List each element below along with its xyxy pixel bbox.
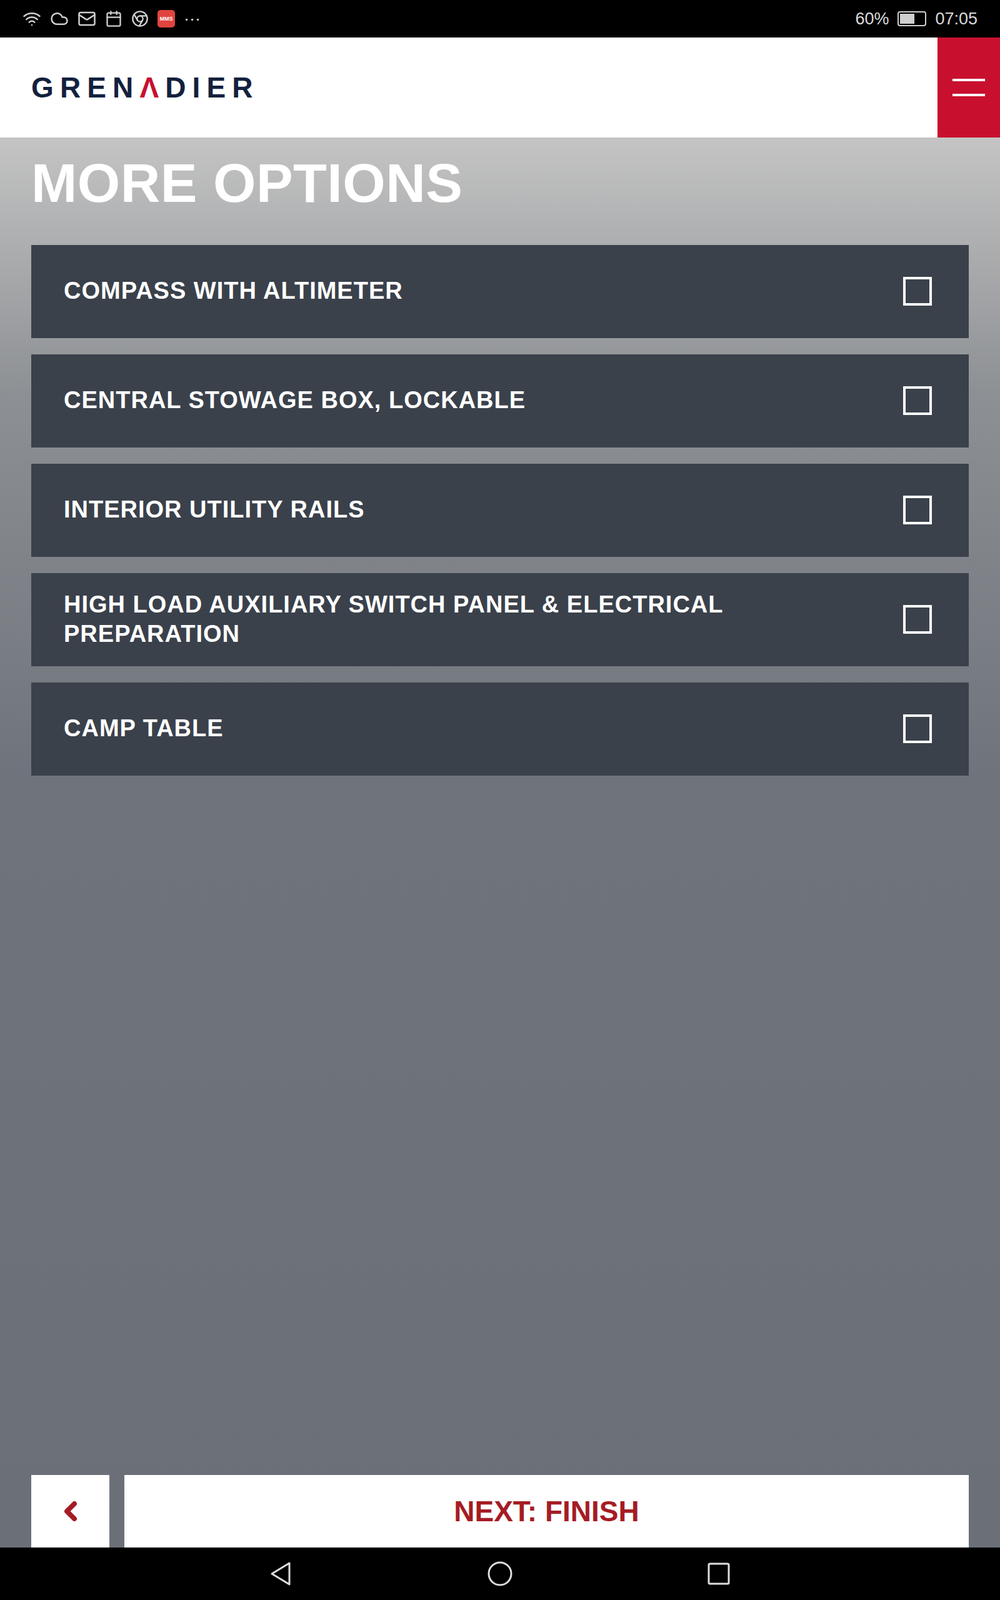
system-status: 60% 07:05: [855, 9, 978, 29]
clock: 07:05: [935, 9, 978, 29]
option-row[interactable]: HIGH LOAD AUXILIARY SWITCH PANEL & ELECT…: [31, 573, 969, 667]
notification-icons: MMS ···: [22, 9, 201, 29]
home-circle-icon[interactable]: [484, 1558, 516, 1590]
battery-icon: [897, 11, 927, 27]
option-label: HIGH LOAD AUXILIARY SWITCH PANEL & ELECT…: [63, 590, 879, 650]
menu-line: [952, 93, 985, 97]
option-label: COMPASS WITH ALTIMETER: [63, 276, 404, 307]
option-row[interactable]: CENTRAL STOWAGE BOX, LOCKABLE: [31, 354, 969, 448]
option-row[interactable]: INTERIOR UTILITY RAILS: [31, 463, 969, 557]
recents-square-icon[interactable]: [703, 1558, 735, 1590]
mail-icon: [77, 9, 97, 29]
chrome-icon: [131, 10, 149, 28]
option-label: CAMP TABLE: [63, 713, 224, 744]
option-checkbox[interactable]: [903, 605, 932, 634]
back-button[interactable]: [31, 1475, 110, 1548]
option-checkbox[interactable]: [903, 495, 932, 525]
logo-mark: Λ: [139, 70, 165, 105]
option-row[interactable]: COMPASS WITH ALTIMETER: [31, 245, 969, 339]
options-panel: MORE OPTIONS COMPASS WITH ALTIMETER CENTRA…: [0, 137, 1000, 1548]
menu-line: [952, 78, 985, 82]
chevron-left-icon: [55, 1496, 86, 1527]
more-notifications: ···: [183, 9, 201, 29]
system-nav-bar: [0, 1547, 1000, 1600]
status-bar: MMS ··· 60% 07:05: [0, 0, 1000, 38]
cloud-icon: [50, 9, 69, 29]
option-checkbox[interactable]: [903, 714, 932, 744]
menu-button[interactable]: [937, 37, 1000, 138]
page-title: MORE OPTIONS: [31, 150, 969, 217]
back-triangle-icon[interactable]: [265, 1558, 297, 1590]
option-list: COMPASS WITH ALTIMETER CENTRAL STOWAGE BO…: [31, 245, 969, 776]
page: MMS ··· 60% 07:05 GRENΛDIER MORE OPTIONS COMPA…: [0, 0, 1000, 1600]
mms-icon: MMS: [157, 10, 175, 28]
option-label: INTERIOR UTILITY RAILS: [63, 495, 365, 525]
brand-logo[interactable]: GRENΛDIER: [31, 70, 260, 105]
calendar-icon: [105, 10, 123, 28]
site-header: GRENΛDIER: [0, 37, 1000, 138]
next-button[interactable]: NEXT: FINISH: [124, 1475, 969, 1548]
battery-percent: 60%: [855, 9, 889, 29]
wifi-icon: [22, 9, 42, 29]
option-row[interactable]: CAMP TABLE: [31, 682, 969, 776]
option-label: CENTRAL STOWAGE BOX, LOCKABLE: [63, 385, 526, 416]
option-checkbox[interactable]: [903, 386, 932, 415]
option-checkbox[interactable]: [903, 276, 932, 306]
footer-nav: NEXT: FINISH: [31, 1475, 969, 1548]
